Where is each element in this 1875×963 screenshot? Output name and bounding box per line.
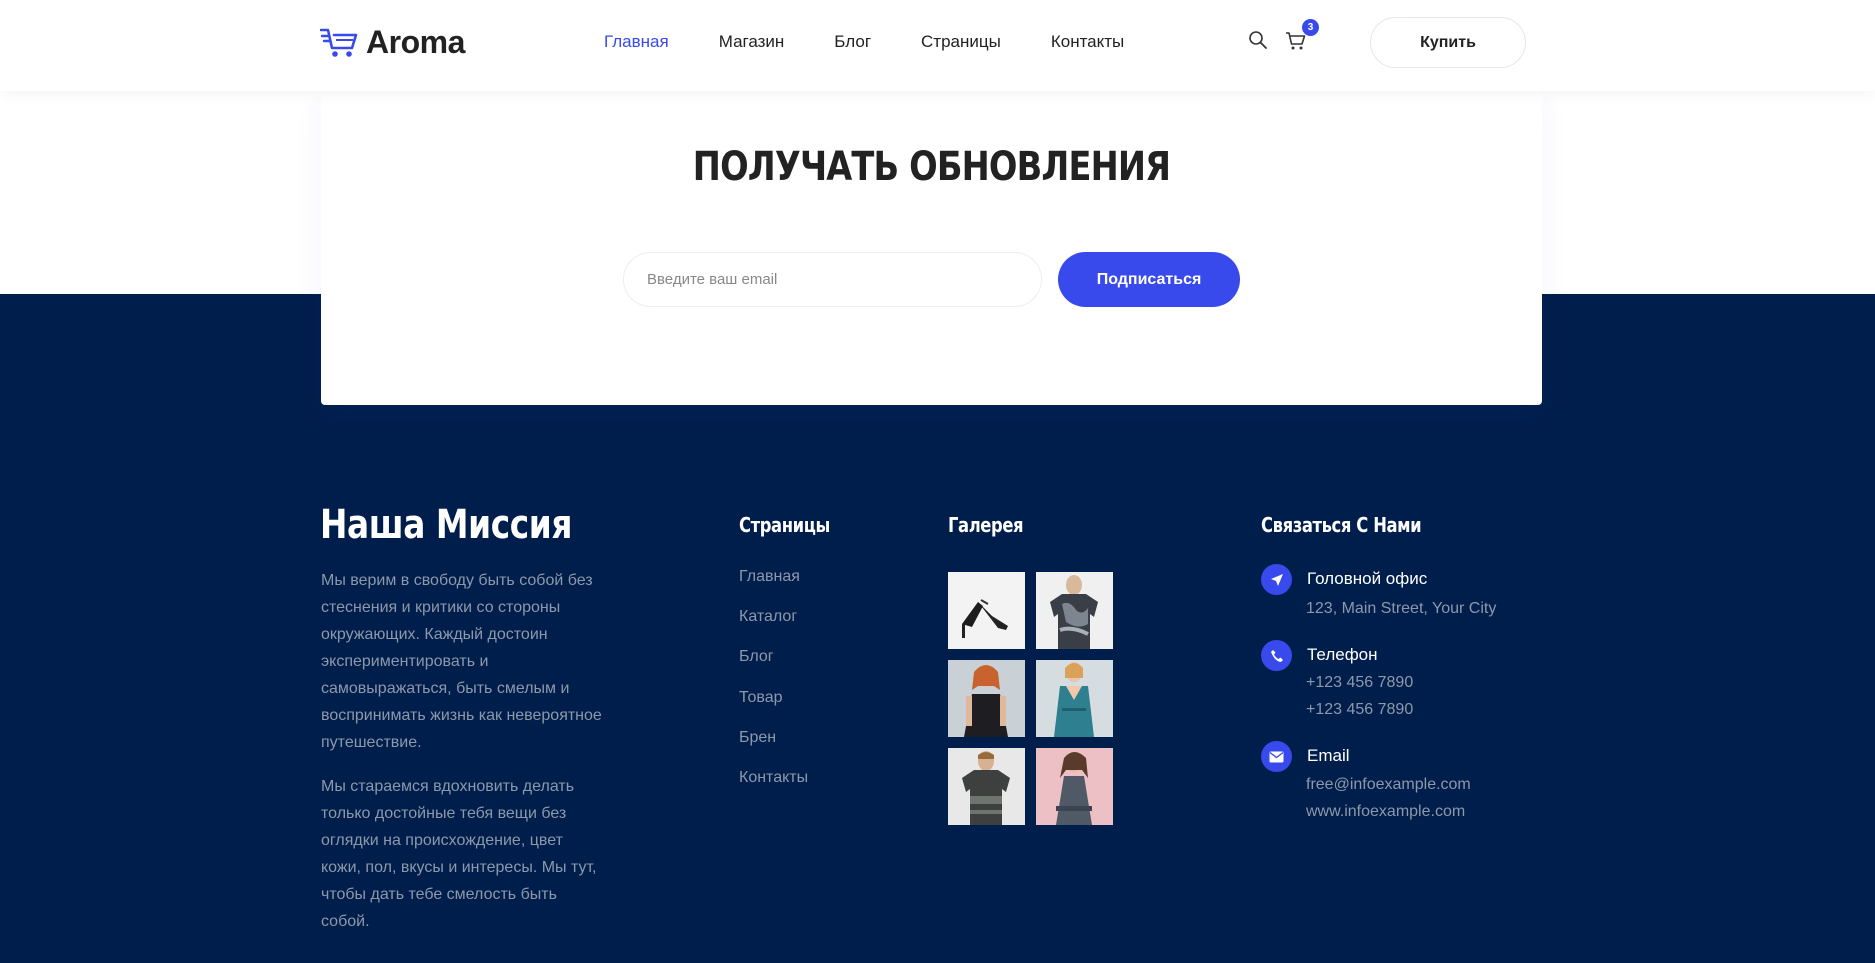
email-label: Email [1307,746,1350,765]
subscribe-card: ПОЛУЧАТЬ ОБНОВЛЕНИЯ Подписаться [321,91,1542,405]
footer-link-product[interactable]: Товар [739,688,808,728]
footer-link-home[interactable]: Главная [739,567,808,607]
phone-number-2[interactable]: +123 456 7890 [1306,701,1413,719]
buy-button[interactable]: Купить [1370,17,1526,68]
phone-number-1[interactable]: +123 456 7890 [1306,674,1413,692]
nav-item-contacts[interactable]: Контакты [1051,32,1124,52]
mission-paragraph-2: Мы стараемся вдохновить делать только до… [321,778,597,930]
nav-item-blog[interactable]: Блог [834,32,871,52]
gallery-image-sandal[interactable] [948,572,1025,649]
contact-title: Связаться С Нами [1261,513,1422,537]
gallery-image-grey-top[interactable] [1036,748,1113,825]
subscribe-title: ПОЛУЧАТЬ ОБНОВЛЕНИЯ [692,144,1171,190]
brand-name: Aroma [366,24,465,60]
brand-logo[interactable]: Aroma [320,24,465,61]
pages-link-list: Главная Каталог Блог Товар Брен Контакты [739,567,808,808]
gallery-title: Галерея [948,513,1024,537]
shopping-cart-icon[interactable] [1285,31,1307,51]
gallery-grid [948,572,1113,825]
nav-item-shop[interactable]: Магазин [719,32,785,52]
search-icon[interactable] [1248,30,1268,50]
office-label: Головной офис [1307,569,1428,588]
cart-logo-icon [320,28,358,57]
main-nav: Главная Магазин Блог Страницы Контакты [604,32,1174,52]
email-input[interactable] [623,252,1042,307]
footer-link-catalog[interactable]: Каталог [739,607,808,647]
website-address[interactable]: www.infoexample.com [1306,803,1465,821]
site-header: Aroma Главная Магазин Блог Страницы Конт… [0,0,1875,91]
footer-link-brand[interactable]: Брен [739,728,808,768]
footer-link-blog[interactable]: Блог [739,647,808,687]
gallery-image-teal-dress[interactable] [1036,660,1113,737]
phone-icon [1261,640,1292,671]
location-arrow-icon [1261,564,1292,595]
nav-item-pages[interactable]: Страницы [921,32,1001,52]
subscribe-button[interactable]: Подписаться [1058,252,1240,307]
footer-link-contacts[interactable]: Контакты [739,768,808,808]
pages-title: Страницы [739,513,830,537]
office-address: 123, Main Street, Your City [1306,600,1497,617]
gallery-image-grey-tshirt[interactable] [948,748,1025,825]
phone-label: Телефон [1307,645,1378,664]
mission-title: Наша Миссия [320,502,573,548]
mission-paragraph-1: Мы верим в свободу быть собой без стесне… [321,572,602,751]
gallery-image-black-dress[interactable] [948,660,1025,737]
cart-count-badge: 3 [1302,19,1319,36]
gallery-image-camo-tshirt[interactable] [1036,572,1113,649]
nav-item-home[interactable]: Главная [604,32,669,52]
email-address[interactable]: free@infoexample.com [1306,776,1471,794]
envelope-icon [1261,741,1292,772]
